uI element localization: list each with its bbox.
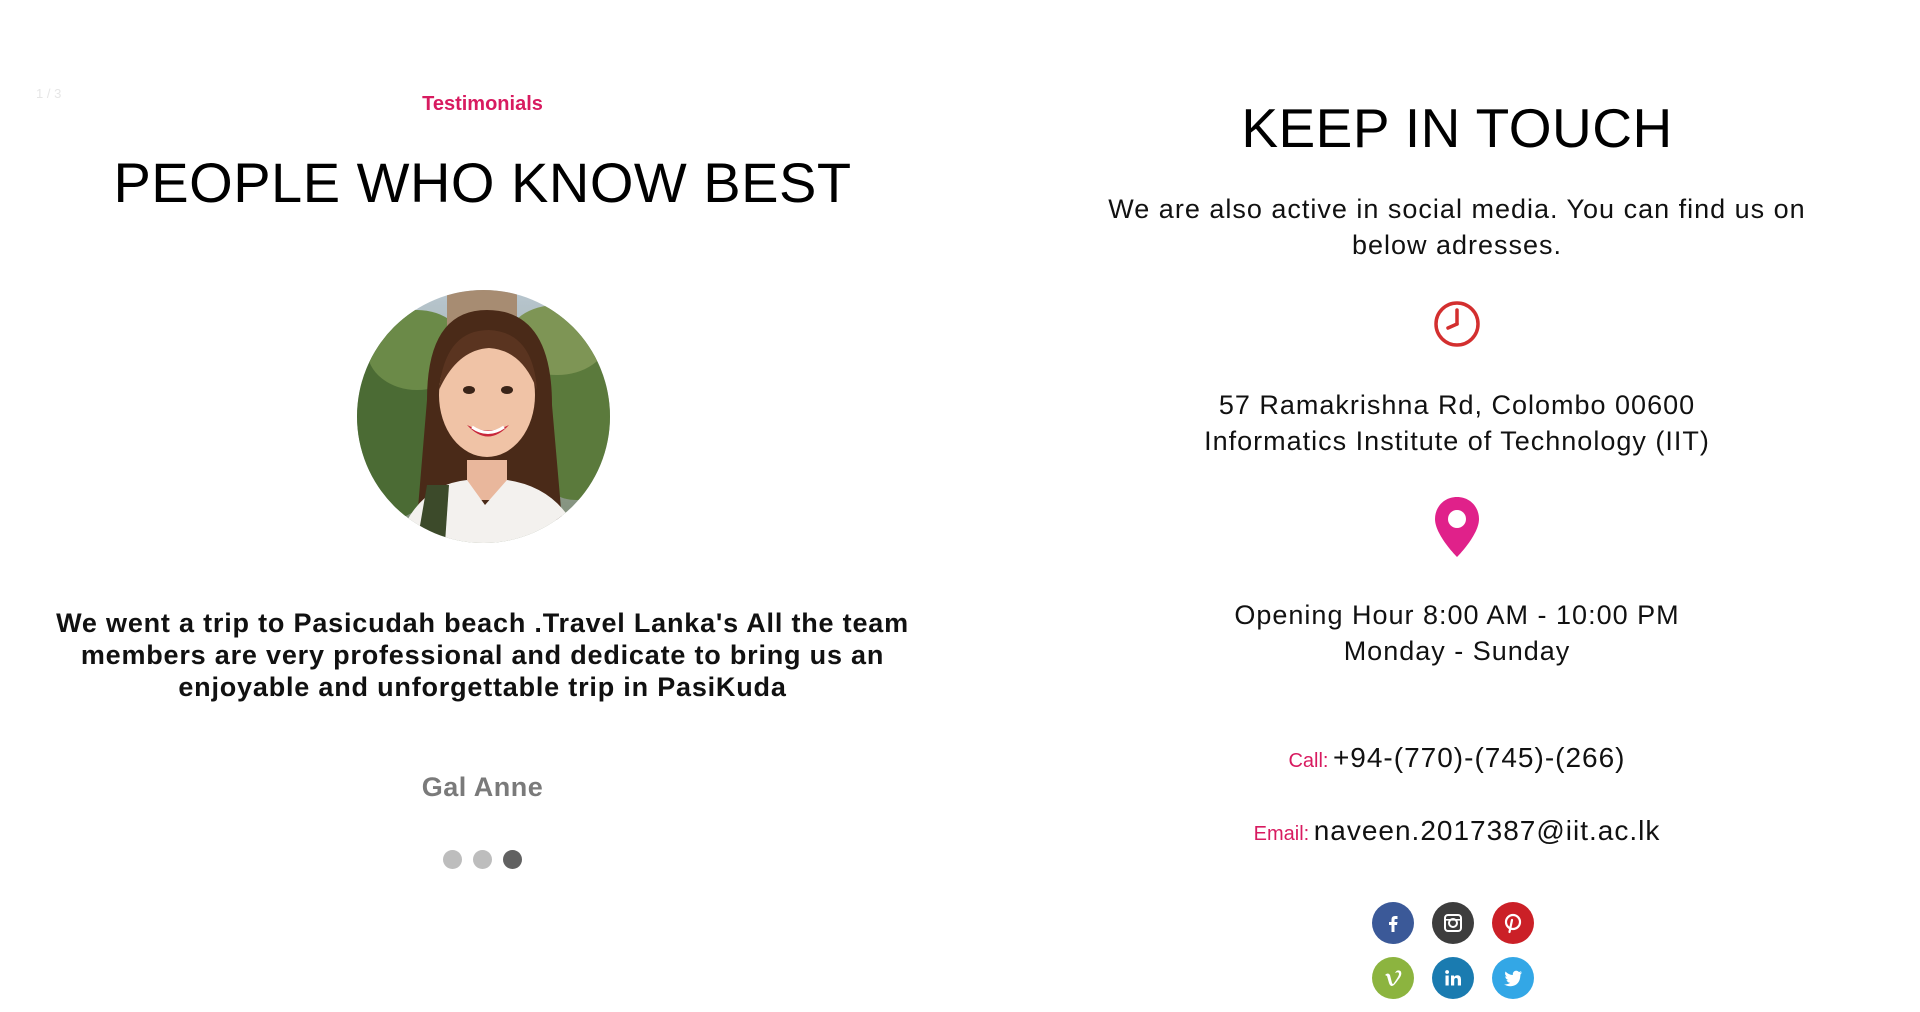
testimonials-section: 1 / 3 Testimonials PEOPLE WHO KNOW BEST [0, 0, 965, 1012]
contact-address: 57 Ramakrishna Rd, Colombo 00600 Informa… [1087, 387, 1827, 459]
slider-dot-3[interactable] [503, 850, 522, 869]
opening-hours: Opening Hour 8:00 AM - 10:00 PM Monday -… [1087, 597, 1827, 669]
slider-dot-2[interactable] [473, 850, 492, 869]
email-link[interactable]: naveen.2017387@iit.ac.lk [1314, 815, 1661, 846]
social-links [1372, 902, 1552, 999]
testimonials-title: PEOPLE WHO KNOW BEST [113, 151, 852, 214]
email-label: Email: [1253, 823, 1310, 845]
email-line: Email: naveen.2017387@iit.ac.lk [1087, 815, 1827, 847]
slider-dots [0, 850, 965, 869]
address-line-1: 57 Ramakrishna Rd, Colombo 00600 [1218, 390, 1696, 420]
testimonial-author: Gal Anne [421, 772, 544, 802]
contact-section: KEEP IN TOUCH We are also active in soci… [1087, 0, 1827, 1012]
linkedin-icon[interactable] [1432, 957, 1474, 999]
facebook-icon[interactable] [1372, 902, 1414, 944]
address-line-2: Informatics Institute of Technology (IIT… [1204, 426, 1710, 456]
avatar-photo-icon [357, 290, 610, 543]
contact-title: KEEP IN TOUCH [1241, 97, 1673, 159]
contact-intro: We are also active in social media. You … [1108, 194, 1806, 260]
slider-dot-1[interactable] [443, 850, 462, 869]
vimeo-icon[interactable] [1372, 957, 1414, 999]
pinterest-icon[interactable] [1492, 902, 1534, 944]
testimonial-avatar [357, 290, 610, 543]
map-pin-icon [1432, 495, 1482, 560]
twitter-icon[interactable] [1492, 957, 1534, 999]
call-line: Call: +94-(770)-(745)-(266) [1087, 742, 1827, 774]
testimonials-eyebrow: Testimonials [422, 93, 543, 115]
testimonial-quote: We went a trip to Pasicudah beach .Trave… [56, 608, 909, 702]
hours-line-2: Monday - Sunday [1343, 636, 1571, 666]
instagram-icon[interactable] [1432, 902, 1474, 944]
hours-line-1: Opening Hour 8:00 AM - 10:00 PM [1234, 600, 1680, 630]
clock-icon [1432, 299, 1482, 349]
call-label: Call: [1288, 750, 1329, 772]
call-number-link[interactable]: +94-(770)-(745)-(266) [1333, 742, 1626, 773]
